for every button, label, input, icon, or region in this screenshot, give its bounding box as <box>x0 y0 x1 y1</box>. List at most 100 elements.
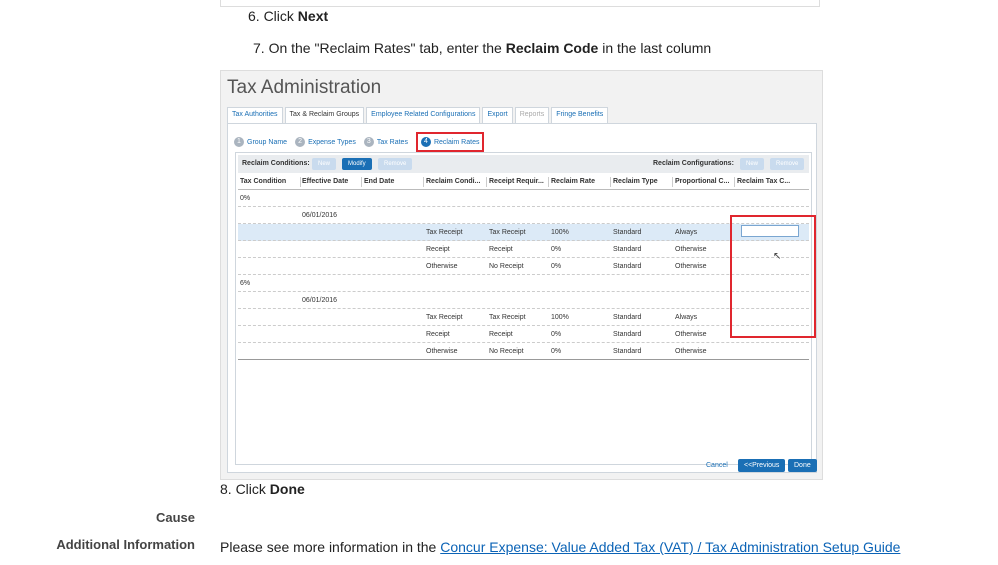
step-8: 8. Click Done <box>220 481 305 497</box>
configurations-new-button[interactable]: New <box>740 158 765 170</box>
col-proportional[interactable]: Proportional C... <box>675 178 729 185</box>
col-reclaim-condition[interactable]: Reclaim Condi... <box>426 178 480 185</box>
tab-reports: Reports <box>514 107 550 123</box>
table-row-selected[interactable]: Tax Receipt Tax Receipt 100% Standard Al… <box>238 224 809 241</box>
conditions-remove-button[interactable]: Remove <box>378 158 413 170</box>
cell-proportional: Otherwise <box>675 348 707 355</box>
conditions-new-button[interactable]: New <box>312 158 337 170</box>
reclaim-conditions-label: Reclaim Conditions: <box>242 160 310 167</box>
table-row[interactable]: Otherwise No Receipt 0% Standard Otherwi… <box>238 258 809 275</box>
cell-proportional: Always <box>675 314 698 321</box>
step-number-2: 2 <box>295 137 306 147</box>
reclaim-grid: Reclaim Conditions: New Modify Remove Re… <box>235 152 816 465</box>
setup-guide-link[interactable]: Concur Expense: Value Added Tax (VAT) / … <box>440 539 900 555</box>
step-number-1: 1 <box>234 137 244 147</box>
table-row[interactable]: Receipt Receipt 0% Standard Otherwise <box>238 241 809 258</box>
column-divider <box>734 177 735 187</box>
cell-effective-date: 06/01/2016 <box>302 297 338 304</box>
main-tabs: Tax Authorities Tax & Reclaim Groups Emp… <box>227 107 610 123</box>
tab-content: 1 Group Name 2 Expense Types 3 Tax Rates… <box>227 123 817 473</box>
cell-receipt-required: Tax Receipt <box>489 314 526 321</box>
wizard-step-reclaim-rates[interactable]: 4 Reclaim Rates <box>415 132 485 152</box>
col-reclaim-tax-code[interactable]: Reclaim Tax C... <box>737 178 790 185</box>
cell-reclaim-condition: Otherwise <box>426 263 458 270</box>
tab-tax-authorities[interactable]: Tax Authorities <box>227 107 283 123</box>
step-number-4: 4 <box>420 137 431 147</box>
cell-reclaim-type: Standard <box>613 348 642 355</box>
cell-receipt-required: Receipt <box>489 246 513 253</box>
cell-effective-date: 06/01/2016 <box>302 212 338 219</box>
cell-tax-condition: 6% <box>240 280 251 287</box>
column-divider <box>300 177 301 187</box>
wizard-step-label: Tax Rates <box>376 138 408 146</box>
cell-reclaim-rate: 100% <box>551 229 569 236</box>
table-row[interactable]: Otherwise No Receipt 0% Standard Otherwi… <box>238 343 809 360</box>
col-reclaim-rate[interactable]: Reclaim Rate <box>551 178 595 185</box>
cell-reclaim-type: Standard <box>613 229 642 236</box>
cell-proportional: Otherwise <box>675 246 707 253</box>
previous-button[interactable]: <<Previous <box>738 459 786 472</box>
cell-reclaim-type: Standard <box>613 263 642 270</box>
previous-screenshot-edge <box>220 0 820 7</box>
wizard-steps: 1 Group Name 2 Expense Types 3 Tax Rates… <box>234 132 492 152</box>
column-divider <box>610 177 611 187</box>
reclaim-code-highlight <box>730 215 816 338</box>
wizard-step-label: Expense Types <box>308 138 356 146</box>
wizard-step-tax-rates[interactable]: 3 Tax Rates <box>363 137 408 147</box>
tab-employee-related-configurations[interactable]: Employee Related Configurations <box>366 107 481 123</box>
table-row[interactable]: 0% <box>238 190 809 207</box>
tab-export[interactable]: Export <box>482 107 513 123</box>
cell-reclaim-type: Standard <box>613 331 642 338</box>
wizard-step-group-name[interactable]: 1 Group Name <box>234 137 287 147</box>
cell-reclaim-type: Standard <box>613 246 642 253</box>
grid-toolbar: Reclaim Conditions: New Modify Remove Re… <box>238 155 809 173</box>
cell-proportional: Otherwise <box>675 263 707 270</box>
cell-reclaim-type: Standard <box>613 314 642 321</box>
table-row[interactable]: 06/01/2016 <box>238 207 809 224</box>
cell-receipt-required: Tax Receipt <box>489 229 526 236</box>
wizard-step-label: Group Name <box>247 138 288 146</box>
cell-reclaim-condition: Otherwise <box>426 348 458 355</box>
table-row[interactable]: Tax Receipt Tax Receipt 100% Standard Al… <box>238 309 809 326</box>
tab-tax-reclaim-groups[interactable]: Tax & Reclaim Groups <box>284 107 365 123</box>
cell-reclaim-condition: Tax Receipt <box>426 314 463 321</box>
column-divider <box>486 177 487 187</box>
column-divider <box>548 177 549 187</box>
cell-reclaim-rate: 100% <box>551 314 569 321</box>
col-receipt-required[interactable]: Receipt Requir... <box>489 178 544 185</box>
cell-reclaim-condition: Tax Receipt <box>426 229 463 236</box>
conditions-modify-button[interactable]: Modify <box>342 158 372 170</box>
tab-fringe-benefits[interactable]: Fringe Benefits <box>551 107 609 123</box>
configurations-remove-button[interactable]: Remove <box>770 158 805 170</box>
col-effective-date[interactable]: Effective Date <box>302 178 348 185</box>
cell-reclaim-rate: 0% <box>551 263 562 270</box>
column-divider <box>423 177 424 187</box>
col-end-date[interactable]: End Date <box>364 178 394 185</box>
done-button[interactable]: Done <box>788 459 817 472</box>
step-6: 6. Click Next <box>248 8 329 24</box>
wizard-step-label: Reclaim Rates <box>433 138 480 146</box>
additional-information-text: Please see more information in the Concu… <box>220 539 901 555</box>
mouse-cursor-icon: ↖ <box>773 251 782 262</box>
cell-reclaim-condition: Receipt <box>426 331 450 338</box>
table-row[interactable]: 06/01/2016 <box>238 292 809 309</box>
table-row[interactable]: Receipt Receipt 0% Standard Otherwise <box>238 326 809 343</box>
step-7: 7. On the "Reclaim Rates" tab, enter the… <box>253 40 712 56</box>
cell-tax-condition: 0% <box>240 195 251 202</box>
cell-receipt-required: No Receipt <box>489 348 524 355</box>
reclaim-configurations-label: Reclaim Configurations: <box>653 160 734 167</box>
table-row[interactable]: 6% <box>238 275 809 292</box>
cell-reclaim-condition: Receipt <box>426 246 450 253</box>
col-reclaim-type[interactable]: Reclaim Type <box>613 178 658 185</box>
column-divider <box>361 177 362 187</box>
additional-information-label: Additional Information <box>56 537 195 552</box>
step-number-3: 3 <box>363 137 374 147</box>
page-title: Tax Administration <box>227 77 382 98</box>
grid-header: Tax Condition Effective Date End Date Re… <box>238 175 809 190</box>
col-tax-condition[interactable]: Tax Condition <box>240 178 286 185</box>
column-divider <box>672 177 673 187</box>
cell-reclaim-rate: 0% <box>551 331 562 338</box>
cancel-link[interactable]: Cancel <box>706 462 728 469</box>
cell-reclaim-rate: 0% <box>551 246 562 253</box>
wizard-step-expense-types[interactable]: 2 Expense Types <box>295 137 356 147</box>
